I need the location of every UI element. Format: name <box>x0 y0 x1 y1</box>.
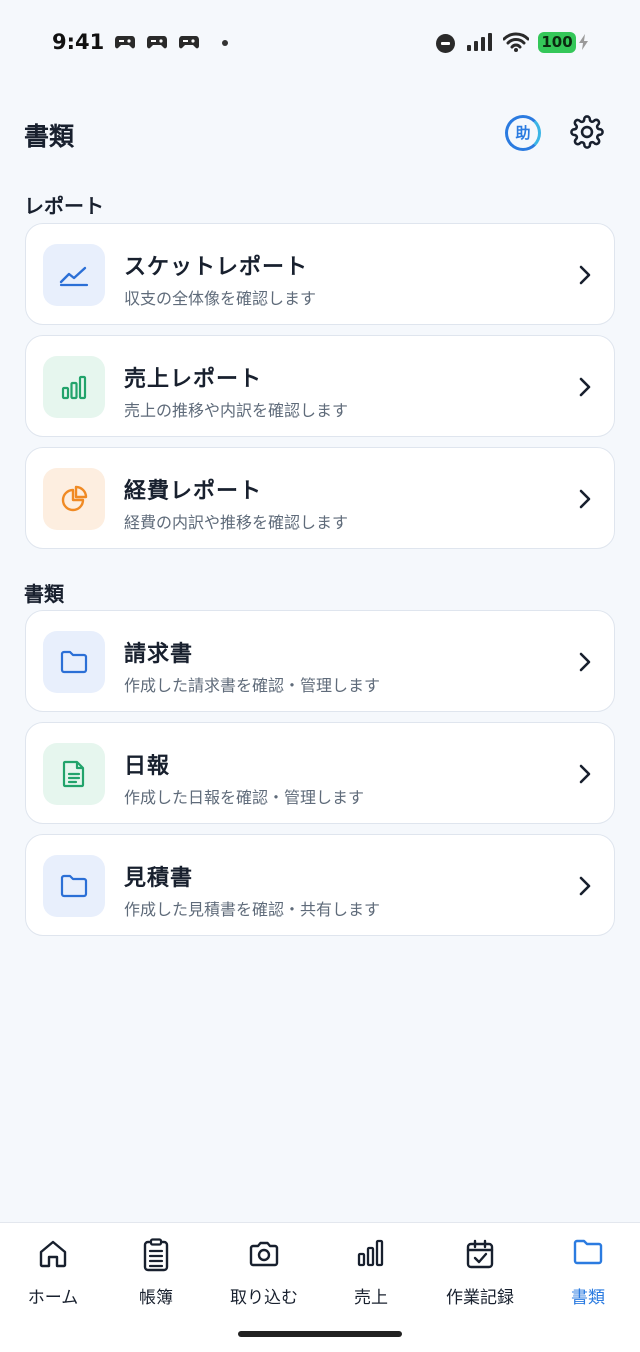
card-icon-box <box>43 244 105 306</box>
card-subtitle: 作成した請求書を確認・管理します <box>124 676 381 695</box>
report-card-sales[interactable]: 売上レポート 売上の推移や内訳を確認します <box>25 335 615 437</box>
bar-chart-icon <box>61 375 87 400</box>
chevron-right-icon <box>579 489 591 509</box>
home-icon <box>39 1240 67 1268</box>
wifi-icon <box>503 32 529 52</box>
gear-icon <box>570 115 604 149</box>
document-icon <box>62 760 85 788</box>
document-card-estimates[interactable]: 見積書 作成した見積書を確認・共有します <box>25 834 615 936</box>
cellular-signal-icon <box>467 33 492 51</box>
status-time: 9:41 <box>52 30 105 54</box>
card-subtitle: 作成した日報を確認・管理します <box>124 788 365 807</box>
folder-icon <box>60 874 88 898</box>
assistant-icon: 助 <box>505 115 541 151</box>
notification-dot <box>222 40 228 46</box>
chevron-right-icon <box>579 876 591 896</box>
do-not-disturb-icon <box>436 34 455 53</box>
tab-label: 取り込む <box>230 1288 298 1308</box>
tab-import[interactable]: 取り込む <box>211 1223 317 1319</box>
battery-indicator: 100 <box>538 32 576 53</box>
folder-icon <box>573 1239 603 1265</box>
game-controller-icon <box>147 36 167 49</box>
assistant-button[interactable]: 助 <box>505 115 541 151</box>
card-icon-box <box>43 468 105 530</box>
home-indicator <box>238 1331 402 1337</box>
charging-bolt-icon <box>579 34 588 50</box>
tab-work-log[interactable]: 作業記録 <box>427 1223 533 1319</box>
tab-ledger[interactable]: 帳簿 <box>103 1223 209 1319</box>
folder-icon <box>60 650 88 674</box>
card-title: 経費レポート <box>124 479 263 504</box>
card-title: 売上レポート <box>124 367 263 392</box>
card-subtitle: 売上の推移や内訳を確認します <box>124 401 349 420</box>
card-title: 請求書 <box>124 642 194 667</box>
chevron-right-icon <box>579 764 591 784</box>
clipboard-icon <box>143 1238 169 1272</box>
chevron-right-icon <box>579 652 591 672</box>
game-controller-icon <box>115 36 135 49</box>
status-bar: 9:41 100 <box>0 0 640 88</box>
bar-chart-icon <box>357 1239 384 1267</box>
document-card-invoices[interactable]: 請求書 作成した請求書を確認・管理します <box>25 610 615 712</box>
report-card-expenses[interactable]: 経費レポート 経費の内訳や推移を確認します <box>25 447 615 549</box>
tab-sales[interactable]: 売上 <box>318 1223 424 1319</box>
card-title: スケットレポート <box>124 255 309 280</box>
section-title-reports: レポート <box>24 194 104 218</box>
tab-label: ホーム <box>27 1288 79 1308</box>
chevron-right-icon <box>579 377 591 397</box>
card-subtitle: 収支の全体像を確認します <box>124 289 317 308</box>
page-title: 書類 <box>24 122 75 151</box>
card-icon-box <box>43 743 105 805</box>
card-icon-box <box>43 631 105 693</box>
card-title: 日報 <box>124 754 171 779</box>
card-subtitle: 経費の内訳や推移を確認します <box>124 513 349 532</box>
card-icon-box <box>43 356 105 418</box>
pie-chart-icon <box>61 485 88 512</box>
tab-label: 帳簿 <box>139 1288 173 1308</box>
chevron-right-icon <box>579 265 591 285</box>
document-card-daily-reports[interactable]: 日報 作成した日報を確認・管理します <box>25 722 615 824</box>
tab-label: 売上 <box>354 1288 388 1308</box>
card-subtitle: 作成した見積書を確認・共有します <box>124 900 381 919</box>
tab-home[interactable]: ホーム <box>0 1223 106 1319</box>
tab-label: 書類 <box>571 1288 605 1308</box>
section-title-documents: 書類 <box>24 582 64 606</box>
settings-button[interactable] <box>570 115 606 151</box>
card-icon-box <box>43 855 105 917</box>
tab-documents[interactable]: 書類 <box>535 1223 640 1319</box>
report-card-summary[interactable]: スケットレポート 収支の全体像を確認します <box>25 223 615 325</box>
card-title: 見積書 <box>124 866 194 891</box>
line-chart-icon <box>59 266 89 287</box>
camera-icon <box>249 1241 279 1267</box>
calendar-check-icon <box>466 1239 494 1269</box>
tab-label: 作業記録 <box>446 1288 514 1308</box>
game-controller-icon <box>179 36 199 49</box>
